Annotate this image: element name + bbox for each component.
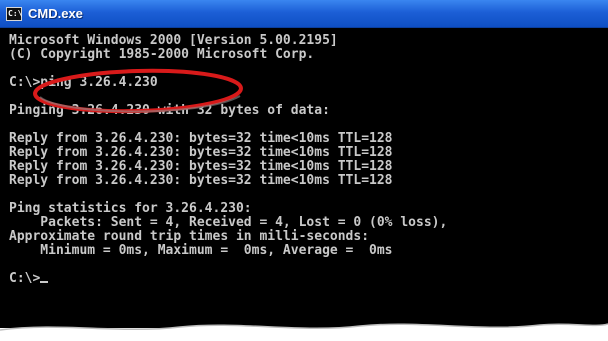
console-line: Microsoft Windows 2000 [Version 5.00.219…: [9, 34, 338, 48]
cmd-icon: C:\: [6, 7, 22, 21]
console-output: Microsoft Windows 2000 [Version 5.00.219…: [9, 34, 608, 286]
console-line: Approximate round trip times in milli-se…: [9, 229, 370, 244]
console-line: Reply from 3.26.4.230: bytes=32 time<10m…: [9, 159, 393, 174]
console-line: (C) Copyright 1985-2000 Microsoft Corp.: [9, 47, 315, 62]
text-cursor: [40, 281, 49, 283]
torn-paper-edge: [0, 323, 608, 341]
console-line: Pinging 3.26.4.230 with 32 bytes of data…: [9, 103, 330, 118]
console-line: Reply from 3.26.4.230: bytes=32 time<10m…: [9, 145, 393, 160]
console-line: Reply from 3.26.4.230: bytes=32 time<10m…: [9, 173, 393, 188]
console-prompt-line[interactable]: C:\>: [9, 272, 608, 286]
console-line: Minimum = 0ms, Maximum = 0ms, Average = …: [9, 243, 393, 258]
title-bar[interactable]: C:\ CMD.exe: [0, 0, 608, 28]
console-area[interactable]: Microsoft Windows 2000 [Version 5.00.219…: [0, 28, 608, 328]
console-line: Packets: Sent = 4, Received = 4, Lost = …: [9, 215, 448, 230]
console-command-line: C:\>ping 3.26.4.230: [9, 75, 158, 90]
console-line: Reply from 3.26.4.230: bytes=32 time<10m…: [9, 131, 393, 146]
window-title: CMD.exe: [28, 6, 83, 21]
cmd-window: C:\ CMD.exe Microsoft Windows 2000 [Vers…: [0, 0, 608, 341]
console-line: Ping statistics for 3.26.4.230:: [9, 201, 252, 216]
console-prompt: C:\>: [9, 271, 41, 286]
